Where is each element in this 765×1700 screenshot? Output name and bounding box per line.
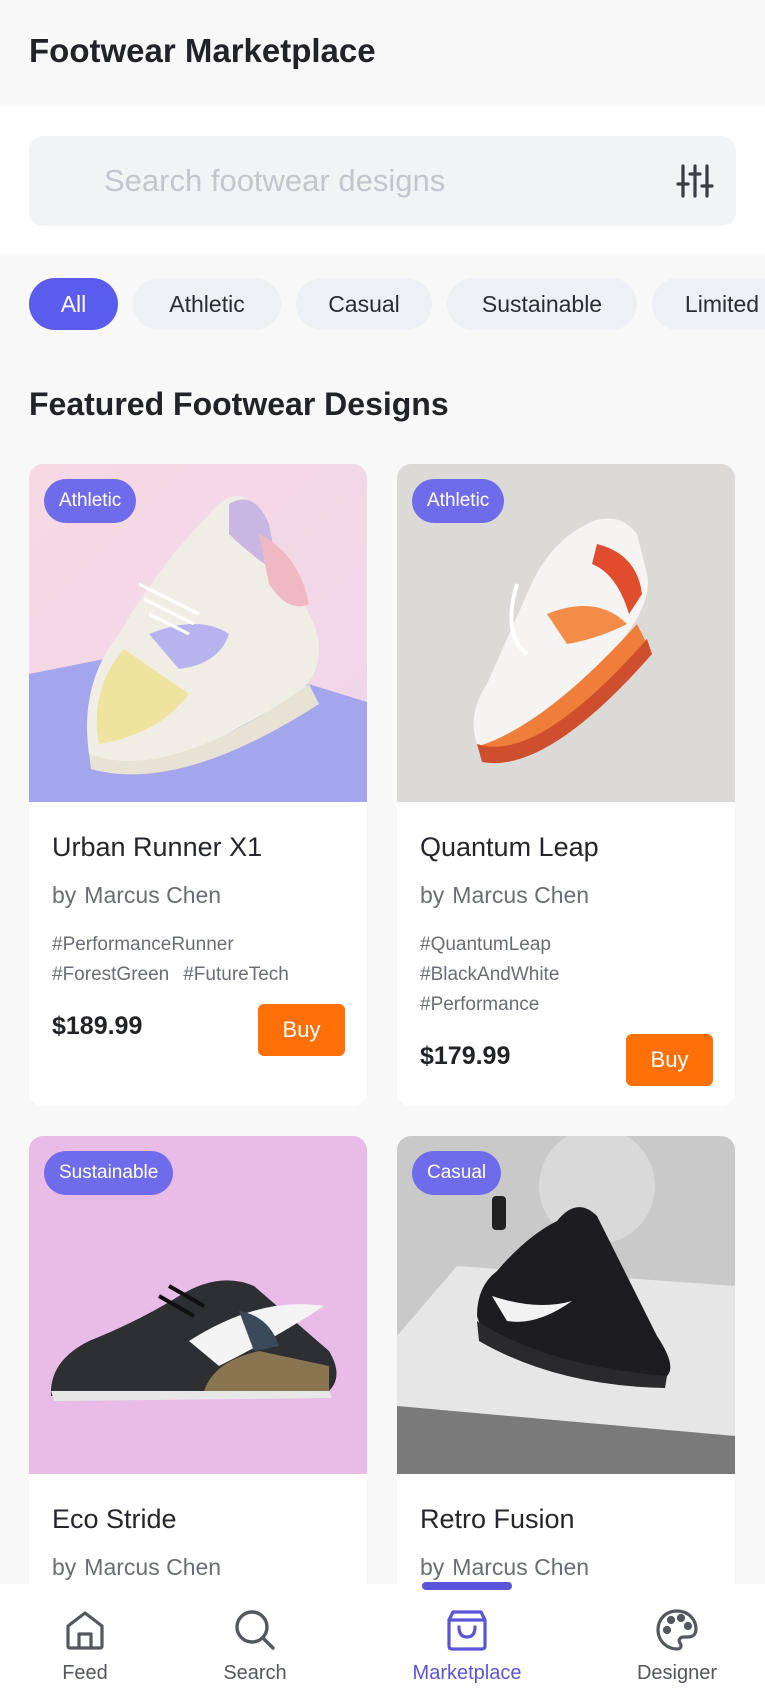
designer-name[interactable]: Marcus Chen xyxy=(84,1554,221,1580)
nav-label: Marketplace xyxy=(412,1662,522,1684)
nav-item-feed[interactable]: Feed xyxy=(0,1584,170,1700)
product-card[interactable]: Sustainable Eco Stride by Marcus Chen xyxy=(29,1136,367,1596)
nav-label: Designer xyxy=(636,1662,718,1684)
by-label: by xyxy=(420,1554,445,1580)
category-badge: Casual xyxy=(412,1151,502,1195)
buy-button[interactable]: Buy xyxy=(258,1004,345,1056)
tag[interactable]: #ForestGreen xyxy=(52,960,169,990)
nav-item-marketplace[interactable]: Marketplace xyxy=(382,1584,552,1700)
designer-name[interactable]: Marcus Chen xyxy=(452,1554,589,1580)
home-icon xyxy=(63,1608,107,1652)
product-card[interactable]: Casual Retro Fusion by Marcus Chen xyxy=(397,1136,735,1596)
product-designer: by Marcus Chen xyxy=(52,882,221,909)
product-title[interactable]: Retro Fusion xyxy=(420,1504,575,1535)
product-designer: by Marcus Chen xyxy=(52,1554,221,1581)
tag[interactable]: #BlackAndWhite xyxy=(420,960,559,990)
search-input[interactable] xyxy=(104,156,624,206)
product-title[interactable]: Quantum Leap xyxy=(420,832,599,863)
chip-limited[interactable]: Limited xyxy=(652,278,765,330)
shopping-bag-icon xyxy=(445,1608,489,1652)
product-image[interactable]: Athletic xyxy=(29,464,367,802)
chip-all[interactable]: All xyxy=(29,278,118,330)
product-tags: #PerformanceRunner #ForestGreen #FutureTe… xyxy=(52,930,352,990)
nav-label: Search xyxy=(223,1662,287,1684)
product-title[interactable]: Urban Runner X1 xyxy=(52,832,262,863)
product-price: $179.99 xyxy=(420,1042,511,1070)
product-image[interactable]: Casual xyxy=(397,1136,735,1474)
search-section xyxy=(0,106,765,254)
nav-item-search[interactable]: Search xyxy=(170,1584,340,1700)
nav-item-designer[interactable]: Designer xyxy=(592,1584,762,1700)
section-title: Featured Footwear Designs xyxy=(29,386,449,422)
tag[interactable]: #PerformanceRunner xyxy=(52,930,234,960)
by-label: by xyxy=(420,882,445,908)
product-image[interactable]: Athletic xyxy=(397,464,735,802)
designer-name[interactable]: Marcus Chen xyxy=(84,882,221,908)
product-image[interactable]: Sustainable xyxy=(29,1136,367,1474)
nav-label: Feed xyxy=(62,1662,108,1684)
designer-name[interactable]: Marcus Chen xyxy=(452,882,589,908)
product-designer: by Marcus Chen xyxy=(420,882,589,909)
product-tags: #QuantumLeap #BlackAndWhite #Performance xyxy=(420,930,720,1020)
tag[interactable]: #QuantumLeap xyxy=(420,930,551,960)
product-designer: by Marcus Chen xyxy=(420,1554,589,1581)
category-badge: Athletic xyxy=(412,479,505,523)
chip-casual[interactable]: Casual xyxy=(296,278,432,330)
sliders-icon[interactable] xyxy=(676,162,714,200)
search-bar[interactable] xyxy=(29,136,736,226)
chip-sustainable[interactable]: Sustainable xyxy=(447,278,637,330)
buy-button[interactable]: Buy xyxy=(626,1034,713,1086)
tag[interactable]: #FutureTech xyxy=(183,960,289,990)
page-title: Footwear Marketplace xyxy=(29,32,376,69)
chip-athletic[interactable]: Athletic xyxy=(133,278,281,330)
by-label: by xyxy=(52,1554,77,1580)
active-tab-indicator xyxy=(422,1582,512,1590)
category-badge: Sustainable xyxy=(44,1151,174,1195)
palette-icon xyxy=(655,1608,699,1652)
app-header: Footwear Marketplace xyxy=(0,0,765,106)
product-price: $189.99 xyxy=(52,1012,143,1040)
product-title[interactable]: Eco Stride xyxy=(52,1504,177,1535)
search-icon xyxy=(233,1608,277,1652)
tag[interactable]: #Performance xyxy=(420,990,539,1020)
by-label: by xyxy=(52,882,77,908)
category-badge: Athletic xyxy=(44,479,137,523)
bottom-navigation: Feed Search Marketplace Designer xyxy=(0,1584,765,1700)
product-card[interactable]: Athletic Urban Runner X1 by Marcus Chen #… xyxy=(29,464,367,1106)
product-card[interactable]: Athletic Quantum Leap by Marcus Chen #Qua… xyxy=(397,464,735,1106)
